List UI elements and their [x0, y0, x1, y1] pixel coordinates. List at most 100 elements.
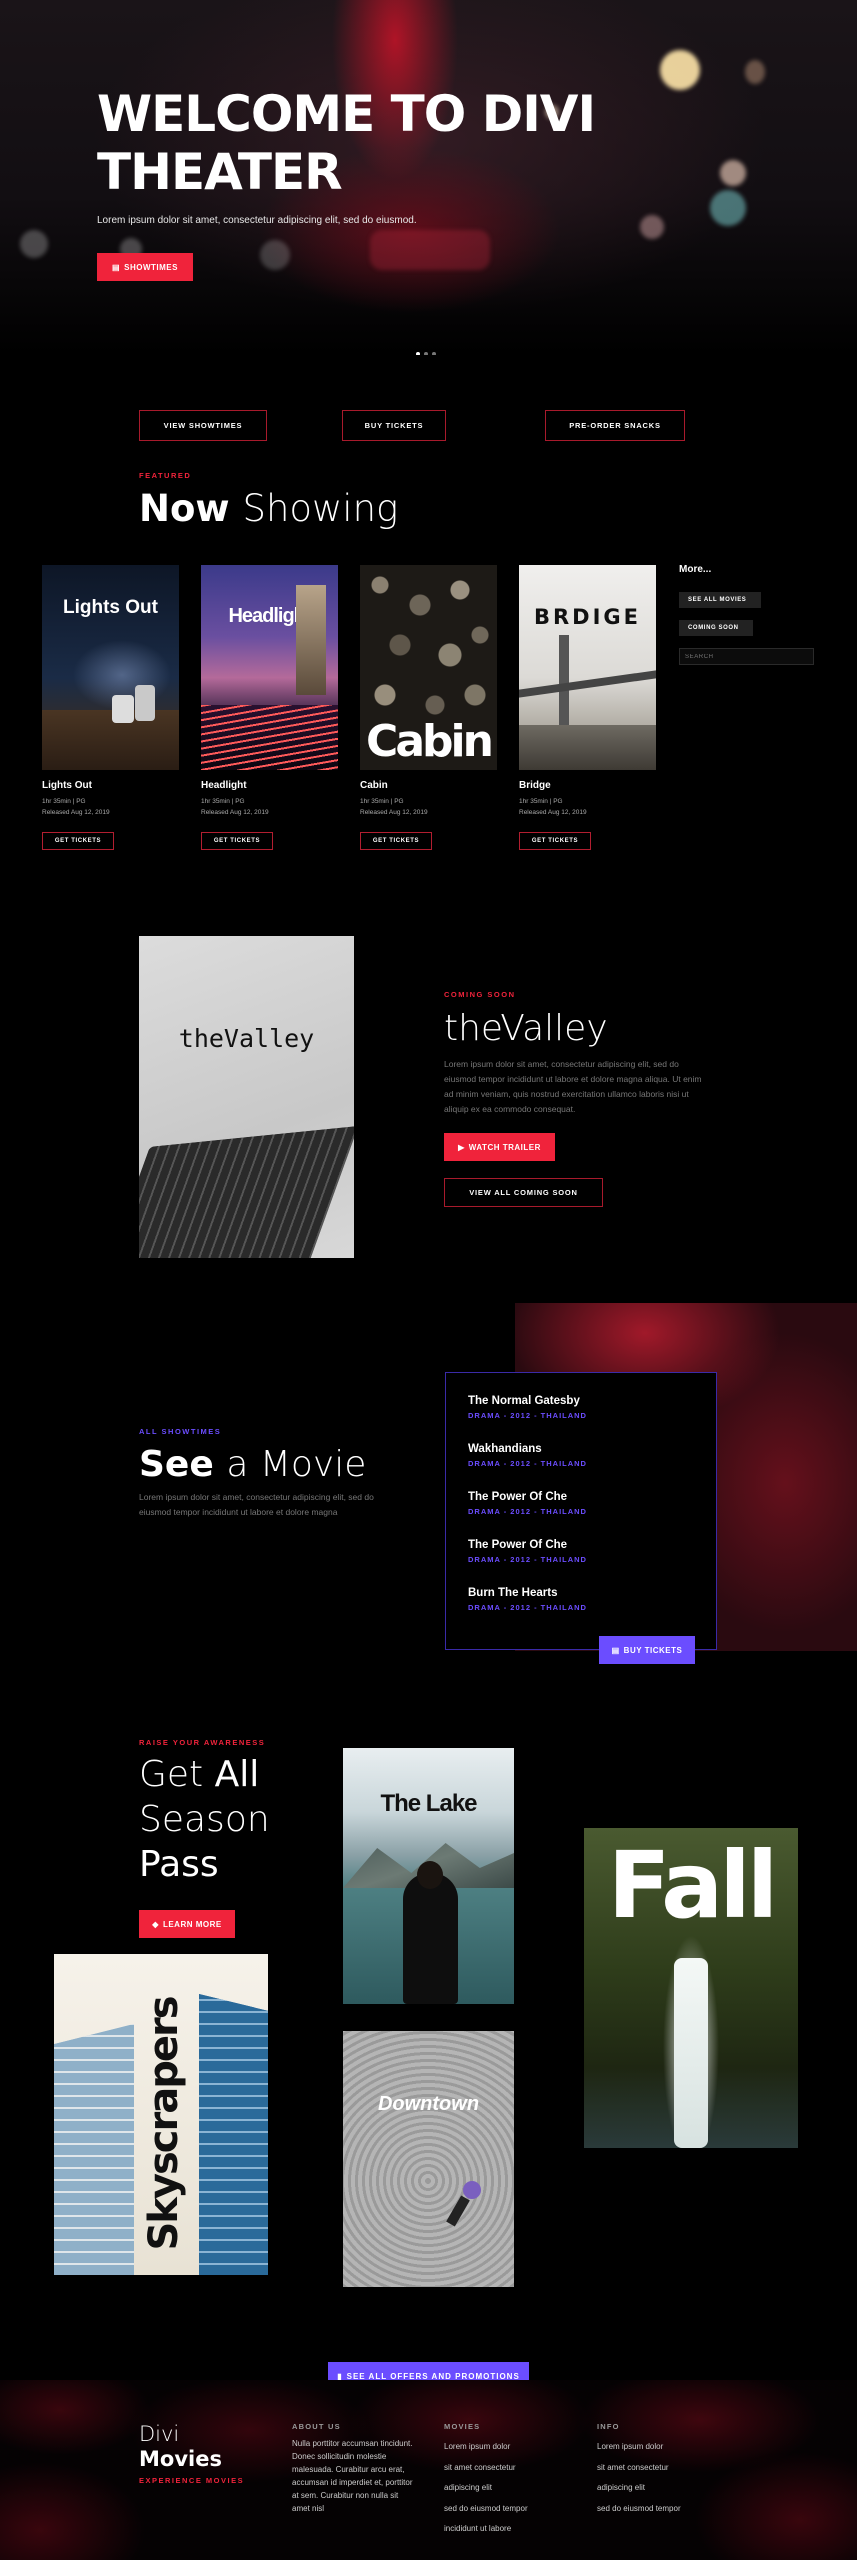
footer-link[interactable]: incididunt ut labore — [444, 2519, 528, 2540]
see-a-movie-title-bold: See — [139, 1444, 214, 1485]
footer-link[interactable]: sed do eiusmod tempor — [444, 2499, 528, 2520]
poster-building-left — [54, 2024, 134, 2275]
coming-soon-kicker: COMING SOON — [444, 990, 516, 999]
get-tickets-button[interactable]: GET TICKETS — [519, 832, 591, 850]
movie-name[interactable]: Bridge — [519, 780, 551, 791]
view-all-coming-soon-button[interactable]: VIEW ALL COMING SOON — [444, 1178, 603, 1207]
ticket-icon: ▤ — [611, 1645, 620, 1655]
poster-skyscrapers[interactable]: Skyscrapers — [54, 1954, 268, 2275]
showtime-item[interactable]: The Normal Gatesby DRAMA - 2012 - THAILA… — [468, 1395, 587, 1420]
slide-dot[interactable] — [432, 352, 436, 355]
bokeh-light — [640, 215, 664, 239]
movie-poster-cabin[interactable]: Cabin — [360, 565, 497, 770]
movie-meta: 1hr 35min | PG Released Aug 12, 2019 — [201, 796, 269, 818]
movie-name[interactable]: Cabin — [360, 780, 388, 791]
see-a-movie-description: Lorem ipsum dolor sit amet, consectetur … — [139, 1492, 374, 1517]
poster-candle — [135, 685, 155, 721]
poster-water — [519, 725, 656, 770]
showtime-item[interactable]: The Power Of Che DRAMA - 2012 - THAILAND — [468, 1491, 587, 1516]
see-a-movie-title-light: a Movie — [226, 1444, 367, 1485]
movie-poster-bridge[interactable]: BRDIGE — [519, 565, 656, 770]
movie-meta: 1hr 35min | PG Released Aug 12, 2019 — [519, 796, 587, 818]
showtimes-button-label: SHOWTIMES — [124, 262, 178, 272]
movie-name[interactable]: Lights Out — [42, 780, 92, 791]
poster-table — [42, 710, 179, 770]
movie-poster-headlight[interactable]: Headlight — [201, 565, 338, 770]
get-tickets-button[interactable]: GET TICKETS — [360, 832, 432, 850]
bokeh-light — [260, 240, 290, 270]
buy-tickets-label: BUY TICKETS — [623, 1645, 683, 1655]
movie-release-date: Released Aug 12, 2019 — [519, 809, 587, 816]
watch-trailer-button[interactable]: ▶ WATCH TRAILER — [444, 1133, 555, 1161]
get-tickets-button[interactable]: GET TICKETS — [42, 832, 114, 850]
season-pass-kicker: RAISE YOUR AWARENESS — [139, 1738, 266, 1747]
movie-release-date: Released Aug 12, 2019 — [201, 809, 269, 816]
footer-link[interactable]: sit amet consectetur — [444, 2458, 528, 2479]
footer-link[interactable]: Lorem ipsum dolor — [444, 2437, 528, 2458]
all-showtimes-kicker: ALL SHOWTIMES — [139, 1427, 222, 1436]
pre-order-snacks-button[interactable]: PRE-ORDER SNACKS — [545, 410, 685, 441]
movie-duration-rating: 1hr 35min | PG — [519, 798, 563, 805]
poster-title-text: theValley — [178, 1024, 315, 1053]
poster-walker — [463, 2181, 481, 2199]
footer-brand: Divi Movies — [139, 2422, 222, 2472]
coming-soon-button[interactable]: COMING SOON — [679, 620, 753, 636]
season-pass-line3: Pass — [139, 1844, 219, 1885]
footer-movies-heading: MOVIES — [444, 2422, 481, 2431]
footer-link[interactable]: Lorem ipsum dolor — [597, 2437, 681, 2458]
bokeh-light — [710, 190, 746, 226]
poster-title-text: Downtown — [377, 2093, 480, 2115]
now-showing-title-bold: Now — [139, 487, 230, 530]
poster-waterfall — [674, 1958, 708, 2148]
footer-link[interactable]: adipiscing elit — [444, 2478, 528, 2499]
showtime-meta: DRAMA - 2012 - THAILAND — [468, 1507, 587, 1516]
showtime-title: The Power Of Che — [468, 1539, 568, 1551]
buy-tickets-purple-button[interactable]: ▤ BUY TICKETS — [599, 1636, 695, 1664]
footer-brand-tag: EXPERIENCE MOVIES — [139, 2476, 245, 2485]
tag-icon: ◆ — [152, 1919, 159, 1929]
movie-name[interactable]: Headlight — [201, 780, 247, 791]
learn-more-button[interactable]: ◆ LEARN MORE — [139, 1910, 235, 1938]
footer-link[interactable]: sit amet consectetur — [597, 2458, 681, 2479]
slide-dot[interactable] — [416, 352, 420, 355]
footer-link[interactable]: adipiscing elit — [597, 2478, 681, 2499]
coming-soon-poster[interactable]: theValley — [139, 936, 354, 1258]
movie-meta: 1hr 35min | PG Released Aug 12, 2019 — [42, 796, 110, 818]
movie-duration-rating: 1hr 35min | PG — [360, 798, 404, 805]
view-showtimes-button[interactable]: VIEW SHOWTIMES — [139, 410, 267, 441]
now-showing-title-light: Showing — [242, 487, 399, 530]
poster-candle — [112, 695, 134, 723]
season-pass-line1-bold: All — [214, 1754, 260, 1795]
footer-brand-line2: Movies — [139, 2447, 222, 2471]
slide-dot[interactable] — [424, 352, 428, 355]
showtime-item[interactable]: Burn The Hearts DRAMA - 2012 - THAILAND — [468, 1587, 587, 1612]
hero-title-line2: THEATER — [97, 143, 343, 201]
movie-duration-rating: 1hr 35min | PG — [42, 798, 86, 805]
watch-trailer-label: WATCH TRAILER — [468, 1142, 541, 1152]
footer-brand-line1: Divi — [139, 2422, 180, 2446]
ticket-icon: ▤ — [112, 262, 121, 272]
buy-tickets-button[interactable]: BUY TICKETS — [342, 410, 446, 441]
movie-duration-rating: 1hr 35min | PG — [201, 798, 245, 805]
season-pass-title: Get All Season Pass — [139, 1752, 270, 1887]
showtime-title: Burn The Hearts — [468, 1587, 558, 1599]
get-tickets-button[interactable]: GET TICKETS — [201, 832, 273, 850]
bokeh-light — [660, 50, 700, 90]
see-all-movies-button[interactable]: SEE ALL MOVIES — [679, 592, 761, 608]
season-pass-line1-light: Get — [139, 1754, 204, 1795]
search-input[interactable] — [679, 648, 814, 665]
poster-title-text: Lights Out — [63, 597, 158, 618]
poster-fall[interactable]: Fall — [584, 1828, 798, 2148]
showtime-item[interactable]: Wakhandians DRAMA - 2012 - THAILAND — [468, 1443, 587, 1468]
showtimes-button[interactable]: ▤ SHOWTIMES — [97, 253, 193, 281]
poster-the-lake[interactable]: The Lake — [343, 1748, 514, 2004]
footer-movies-list: Lorem ipsum dolor sit amet consectetur a… — [444, 2437, 528, 2540]
movie-poster-lights-out[interactable]: Lights Out — [42, 565, 179, 770]
showtime-item[interactable]: The Power Of Che DRAMA - 2012 - THAILAND — [468, 1539, 587, 1564]
footer-link[interactable]: sed do eiusmod tempor — [597, 2499, 681, 2520]
learn-more-label: LEARN MORE — [162, 1919, 222, 1929]
poster-person-head — [417, 1861, 443, 1889]
poster-downtown[interactable]: Downtown — [343, 2031, 514, 2287]
showtime-meta: DRAMA - 2012 - THAILAND — [468, 1411, 587, 1420]
footer-info-list: Lorem ipsum dolor sit amet consectetur a… — [597, 2437, 681, 2519]
